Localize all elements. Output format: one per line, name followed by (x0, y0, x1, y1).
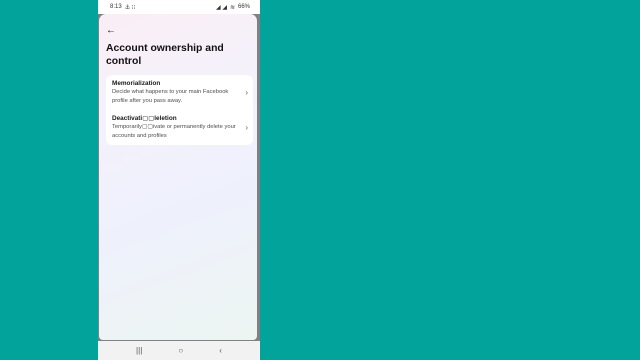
back-arrow-icon[interactable]: ← (106, 26, 116, 36)
status-bar: 8:13 ⚓ ⁝⁝ ◢ ◢ ≋ 66% (98, 0, 260, 14)
account-ownership-screen: ← Account ownership and control Memorial… (99, 14, 257, 340)
list-item-memorialization[interactable]: Memorialization Decide what happens to y… (112, 80, 242, 105)
page-title: Account ownership and control (106, 43, 224, 67)
back-button[interactable]: ‹ (219, 346, 222, 355)
chevron-right-icon: › (245, 123, 248, 132)
home-button[interactable]: ○ (178, 346, 183, 355)
battery-level: 66% (237, 4, 250, 10)
status-time: 8:13 (110, 4, 122, 10)
item-description: Decide what happens to your main Faceboo… (112, 89, 229, 104)
system-nav-bar: ||| ○ ‹ (98, 341, 260, 360)
notification-icons: ⚓ ⁝⁝ (124, 4, 136, 11)
item-title: Deactivati▢▢leletion (112, 115, 177, 122)
list-item-deactivation-deletion[interactable]: Deactivati▢▢leletion Temporarily▢▢ivate … (112, 115, 242, 140)
phone-frame: 8:13 ⚓ ⁝⁝ ◢ ◢ ≋ 66% ← Account ownership … (98, 0, 260, 360)
chevron-right-icon: › (245, 88, 248, 97)
item-title: Memorialization (112, 80, 161, 87)
item-description: Temporarily▢▢ivate or permanently delete… (112, 124, 236, 139)
signal-icon: ◢ ◢ (216, 4, 227, 11)
wifi-icon: ≋ (229, 4, 235, 11)
options-card: Memorialization Decide what happens to y… (106, 75, 253, 145)
recents-button[interactable]: ||| (136, 346, 142, 355)
